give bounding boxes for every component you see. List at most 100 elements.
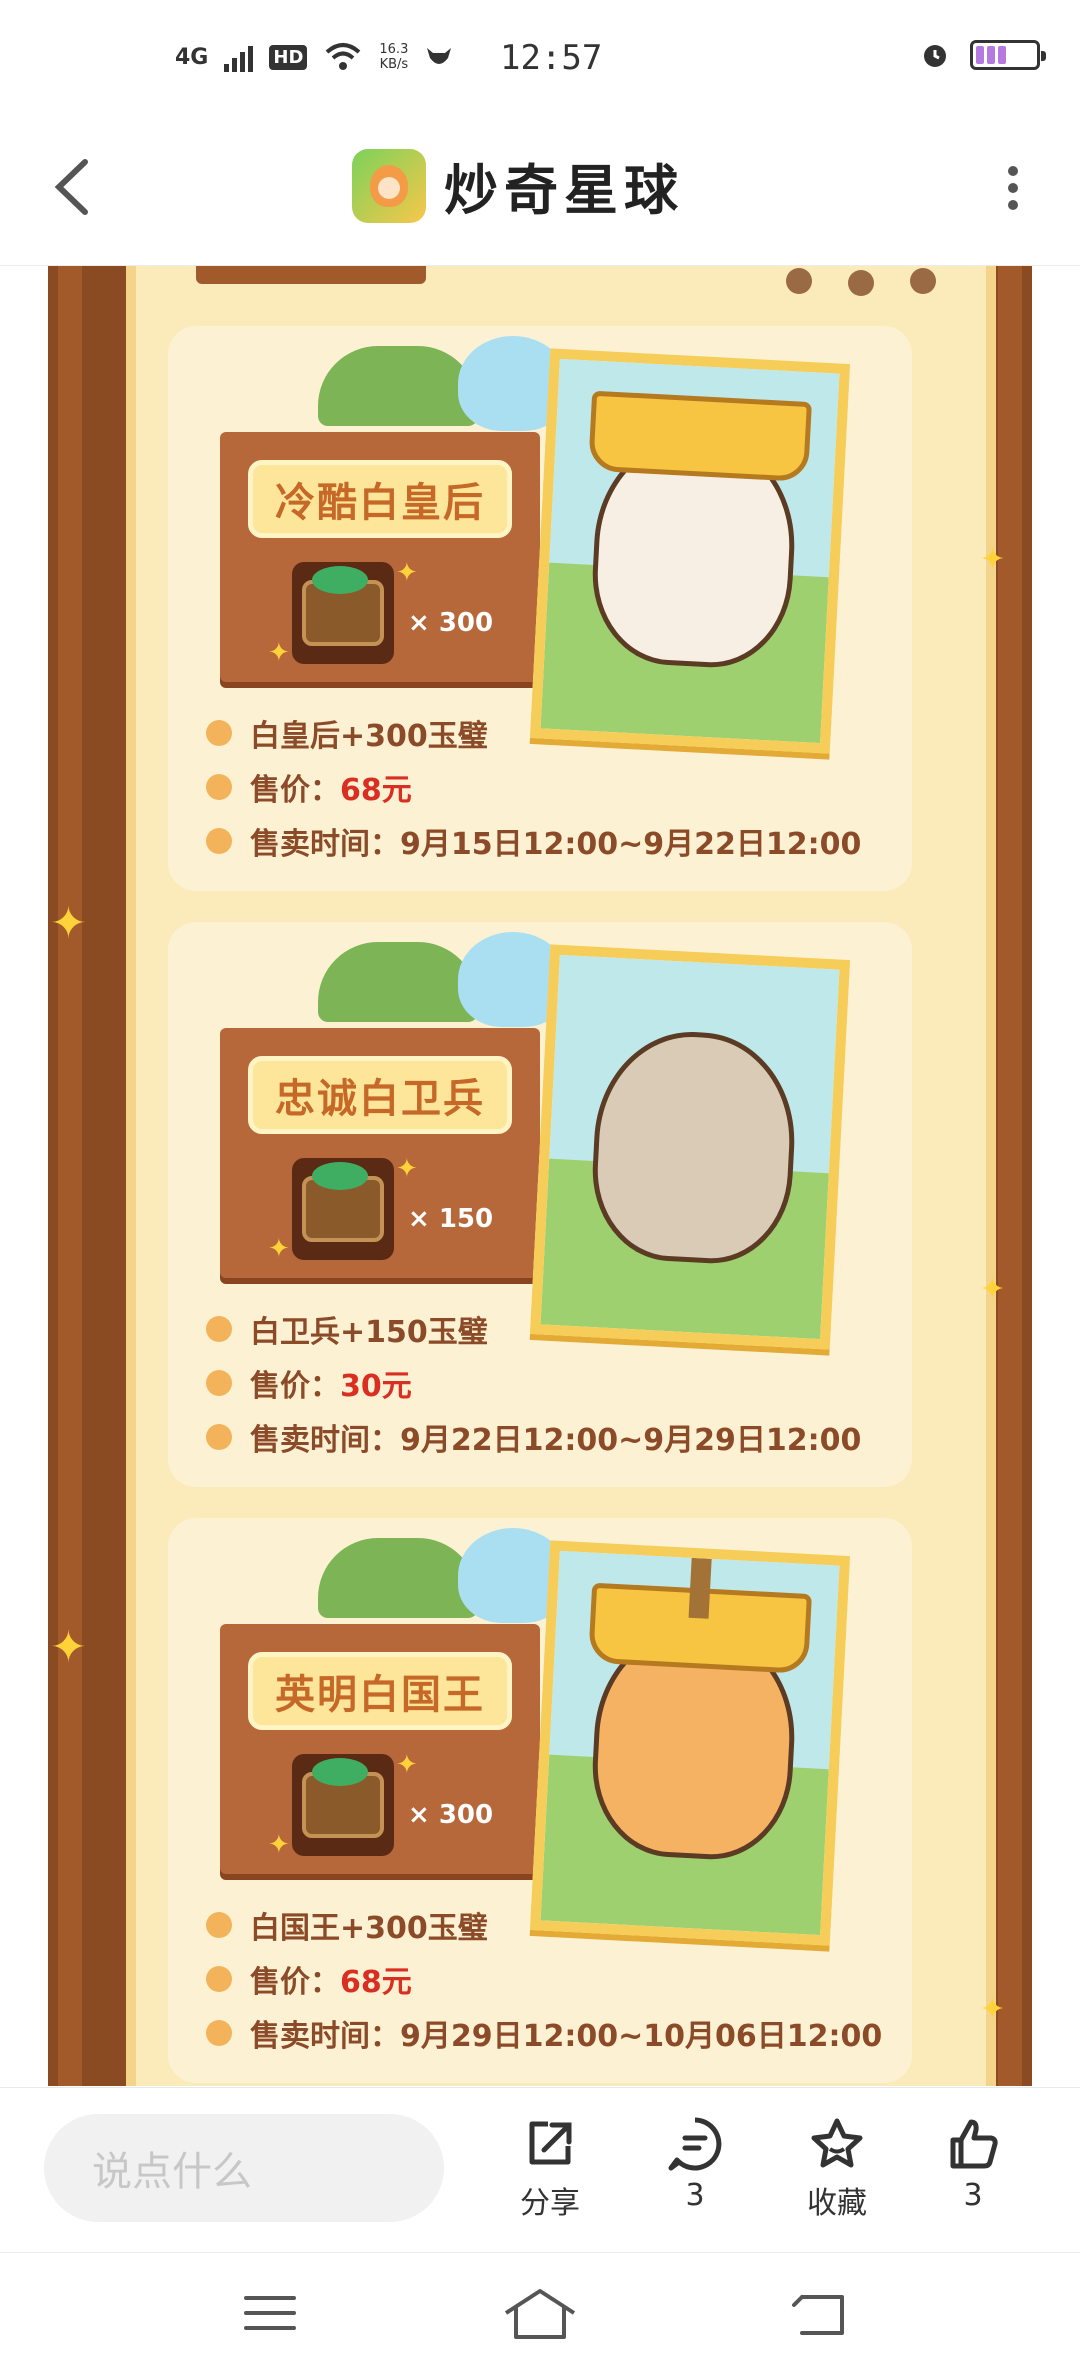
share-button[interactable]: 分享 — [495, 2116, 605, 2222]
decor-dot — [848, 270, 874, 296]
bundle-card-king: 英明白国王 ✦ ✦ × 300 白国王+300玉璧 售价： 68元 售卖时间： 9月… — [168, 1518, 912, 2083]
sparkle-icon: ✦ — [396, 1750, 418, 1780]
jade-chest-icon — [292, 1158, 394, 1260]
sparkle-icon: ✦ — [980, 542, 1006, 577]
system-nav-bar — [0, 2252, 1080, 2377]
bundle-name: 忠诚白卫兵 — [248, 1056, 512, 1134]
sparkle-icon: ✦ — [268, 1830, 290, 1860]
favorite-button[interactable]: 收藏 — [782, 2116, 892, 2222]
price-label: 售价： — [250, 1965, 340, 2000]
white-king-artwork — [530, 1540, 850, 1946]
jade-quantity: × 300 — [408, 1800, 494, 1830]
bush-decor — [318, 1538, 478, 1618]
wifi-icon — [326, 43, 361, 70]
jade-chest-icon — [292, 562, 394, 664]
menu-icon[interactable] — [230, 2283, 310, 2343]
jade-quantity: × 300 — [408, 608, 494, 638]
price-value: 68元 — [340, 1965, 412, 2000]
decor-dot — [910, 268, 936, 294]
sparkle-icon: ✦ — [50, 1622, 87, 1673]
comment-button[interactable]: 3 — [640, 2116, 750, 2213]
bundle-info: 白国王+300玉璧 售价： 68元 售卖时间： 9月29日12:00~10月06日1… — [206, 1898, 882, 2060]
price-row: 售价： 68元 — [206, 1952, 882, 2006]
bull-icon — [427, 48, 452, 64]
frame-stripe — [58, 266, 82, 2086]
decor-dot — [786, 268, 812, 294]
thumbs-up-icon — [950, 2119, 998, 2169]
jade-quantity: × 150 — [408, 1204, 494, 1234]
comment-icon — [668, 2117, 722, 2171]
price-label: 售价： — [250, 773, 340, 808]
bundle-content-row: 白皇后+300玉璧 — [206, 706, 861, 760]
sparkle-icon: ✦ — [268, 1234, 290, 1264]
price-row: 售价： 68元 — [206, 760, 861, 814]
sparkle-icon: ✦ — [268, 638, 290, 668]
network-type: 4G — [175, 44, 209, 70]
comment-count: 3 — [685, 2178, 705, 2213]
price-row: 售价： 30元 — [206, 1356, 861, 1410]
sale-time-value: 9月22日12:00~9月29日12:00 — [400, 1423, 862, 1458]
bundle-content-row: 白卫兵+150玉璧 — [206, 1302, 861, 1356]
bundle-panel: 忠诚白卫兵 ✦ ✦ × 150 — [220, 1028, 540, 1278]
back-icon[interactable] — [780, 2283, 860, 2343]
bush-decor — [318, 942, 478, 1022]
share-label: 分享 — [520, 2186, 580, 2221]
sale-time-label: 售卖时间： — [250, 2019, 400, 2054]
bundle-name: 冷酷白皇后 — [248, 460, 512, 538]
poster-top-tab — [196, 266, 426, 284]
sale-time-label: 售卖时间： — [250, 827, 400, 862]
app-title-group: 炒奇星球 — [352, 146, 684, 225]
sparkle-icon: ✦ — [980, 1992, 1006, 2027]
bundle-panel: 英明白国王 ✦ ✦ × 300 — [220, 1624, 540, 1874]
battery-icon — [970, 40, 1046, 70]
star-icon — [811, 2118, 863, 2168]
bundle-content-row: 白国王+300玉璧 — [206, 1898, 882, 1952]
bundle-info: 白卫兵+150玉璧 售价： 30元 售卖时间： 9月22日12:00~9月29日12… — [206, 1302, 861, 1464]
more-options-icon[interactable] — [1006, 165, 1020, 211]
like-button[interactable]: 3 — [918, 2116, 1028, 2213]
bottom-action-bar: 说点什么 分享 3 收藏 3 — [0, 2087, 1080, 2253]
app-title: 炒奇星球 — [444, 158, 684, 222]
bundle-content: 白卫兵+150玉璧 — [250, 1315, 488, 1350]
jade-chest-icon — [292, 1754, 394, 1856]
bundle-card-queen: 冷酷白皇后 ✦ ✦ × 300 白皇后+300玉璧 售价： 68元 售卖时间： 9月… — [168, 326, 912, 891]
comment-input[interactable]: 说点什么 — [44, 2114, 444, 2222]
post-content: ✦ ✦ ✦ ✦ ✦ 冷酷白皇后 ✦ ✦ × 300 白皇后+300玉璧 售价： 6… — [0, 266, 1080, 2086]
share-icon — [529, 2121, 572, 2165]
signal-icon — [224, 42, 254, 72]
sparkle-icon: ✦ — [396, 558, 418, 588]
hd-badge: HD — [269, 44, 308, 70]
speed-unit: KB/s — [379, 57, 409, 72]
home-icon[interactable] — [500, 2283, 580, 2343]
price-label: 售价： — [250, 1369, 340, 1404]
sale-time-value: 9月29日12:00~10月06日12:00 — [400, 2019, 883, 2054]
bush-decor — [318, 346, 478, 426]
alarm-icon — [924, 45, 946, 67]
sale-time-label: 售卖时间： — [250, 1423, 400, 1458]
bundle-content: 白皇后+300玉璧 — [250, 719, 488, 754]
app-bar: 炒奇星球 — [0, 110, 1080, 266]
price-value: 30元 — [340, 1369, 412, 1404]
white-guard-artwork — [530, 944, 850, 1350]
sale-time-row: 售卖时间： 9月22日12:00~9月29日12:00 — [206, 1410, 861, 1464]
clock: 12:57 — [500, 38, 603, 78]
sale-time-row: 售卖时间： 9月29日12:00~10月06日12:00 — [206, 2006, 882, 2060]
network-speed: 16.3 KB/s — [379, 42, 408, 72]
app-logo — [352, 148, 426, 223]
speed-value: 16.3 — [379, 42, 409, 57]
bundle-panel: 冷酷白皇后 ✦ ✦ × 300 — [220, 432, 540, 682]
sale-time-value: 9月15日12:00~9月22日12:00 — [400, 827, 862, 862]
bundle-content: 白国王+300玉璧 — [250, 1911, 488, 1946]
status-right — [920, 40, 1046, 70]
bundle-info: 白皇后+300玉璧 售价： 68元 售卖时间： 9月15日12:00~9月22日12… — [206, 706, 861, 868]
sparkle-icon: ✦ — [980, 1272, 1006, 1307]
price-value: 68元 — [340, 773, 412, 808]
status-left: 4G HD 16.3 KB/s — [175, 42, 454, 72]
frame-stripe — [998, 266, 1022, 2086]
back-arrow-icon[interactable] — [45, 152, 105, 222]
favorite-label: 收藏 — [807, 2186, 867, 2221]
sparkle-icon: ✦ — [50, 898, 87, 949]
like-count: 3 — [963, 2178, 983, 2213]
white-queen-artwork — [530, 348, 850, 754]
status-bar: 4G HD 16.3 KB/s 12:57 — [0, 0, 1080, 110]
